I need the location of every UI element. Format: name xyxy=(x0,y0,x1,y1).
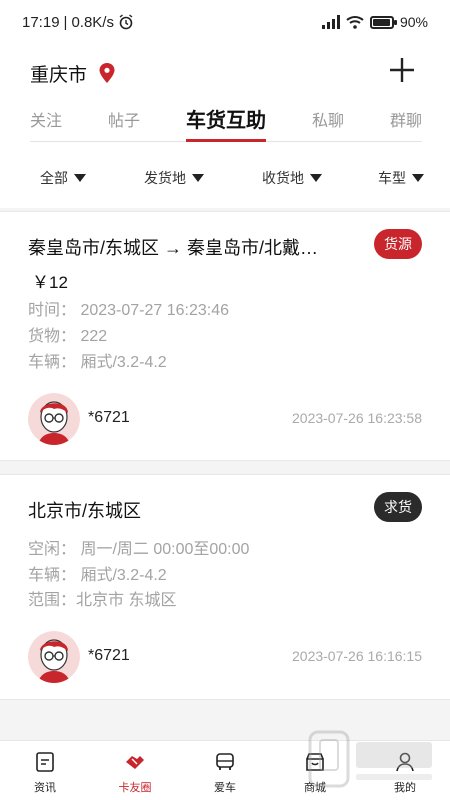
avatar[interactable] xyxy=(28,631,80,683)
status-bar: 17:19 | 0.8K/s 90% xyxy=(0,0,450,44)
battery-icon xyxy=(369,15,397,29)
alarm-icon xyxy=(119,14,133,30)
news-icon xyxy=(36,752,54,772)
info-time: 时间： 2023-07-27 16:23:46 xyxy=(28,302,230,319)
dropdown-arrow-icon xyxy=(310,174,322,182)
add-icon[interactable] xyxy=(388,56,416,84)
tab-posts[interactable]: 帖子 xyxy=(108,107,140,141)
username: *6721 xyxy=(88,647,130,664)
dropdown-arrow-icon xyxy=(192,174,204,182)
tab-follow[interactable]: 关注 xyxy=(30,107,62,141)
city-selector[interactable]: 重庆市 xyxy=(30,58,420,88)
dropdown-arrow-icon xyxy=(74,174,86,182)
tab-private-chat[interactable]: 私聊 xyxy=(312,107,344,141)
cell-signal-icon xyxy=(321,15,340,29)
tab-group-chat[interactable]: 群聊 xyxy=(390,107,422,141)
watermark-logo xyxy=(308,730,432,788)
post-card[interactable]: 秦皇岛市/东城区 → 秦皇岛市/北戴… 货源 ￥12 时间： 2023-07-2… xyxy=(0,211,450,461)
nav-my-truck[interactable]: 爱车 xyxy=(200,751,250,795)
location-pin-icon[interactable] xyxy=(99,63,115,83)
tab-bar: 关注 帖子 车货互助 私聊 群聊 xyxy=(30,102,422,142)
avatar[interactable] xyxy=(28,393,80,445)
username: *6721 xyxy=(88,409,130,426)
handshake-icon xyxy=(126,756,144,769)
wifi-icon xyxy=(346,16,364,29)
price: ￥12 xyxy=(32,273,68,292)
dropdown-arrow-icon xyxy=(412,174,424,182)
nav-news[interactable]: 资讯 xyxy=(20,751,70,795)
info-range: 范围：北京市 东城区 xyxy=(28,592,177,609)
filter-origin[interactable]: 发货地 xyxy=(144,168,204,188)
info-cargo: 货物： 222 xyxy=(28,328,108,345)
status-badge: 货源 xyxy=(374,229,422,259)
city-name[interactable]: 重庆市 xyxy=(30,60,87,87)
post-timestamp: 2023-07-26 16:23:58 xyxy=(292,410,422,426)
header: 重庆市 关注 帖子 车货互助 私聊 群聊 全部 发货地 收货地 车型 xyxy=(0,44,450,208)
filter-vehicle-type[interactable]: 车型 xyxy=(378,168,424,188)
truck-icon xyxy=(216,753,234,770)
nav-trucker-circle[interactable]: 卡友圈 xyxy=(110,751,160,795)
network-speed: 0.8K/s xyxy=(71,13,114,31)
route-title: 北京市/东城区 xyxy=(28,501,142,521)
route-title: 秦皇岛市/东城区 → 秦皇岛市/北戴… xyxy=(28,238,319,258)
info-available: 空闲： 周一/周二 00:00至00:00 xyxy=(28,541,250,558)
post-timestamp: 2023-07-26 16:16:15 xyxy=(292,648,422,664)
tab-cargo-help[interactable]: 车货互助 xyxy=(186,104,266,142)
filter-all[interactable]: 全部 xyxy=(40,168,86,188)
clock: 17:19 xyxy=(22,13,60,31)
post-card[interactable]: 北京市/东城区 求货 空闲： 周一/周二 00:00至00:00 车辆： 厢式/… xyxy=(0,474,450,700)
status-badge: 求货 xyxy=(374,492,422,522)
battery-level: 90% xyxy=(399,14,428,30)
filter-bar: 全部 发货地 收货地 车型 xyxy=(0,168,450,192)
info-vehicle: 车辆： 厢式/3.2-4.2 xyxy=(28,354,167,371)
info-vehicle: 车辆： 厢式/3.2-4.2 xyxy=(28,567,167,584)
filter-destination[interactable]: 收货地 xyxy=(262,168,322,188)
